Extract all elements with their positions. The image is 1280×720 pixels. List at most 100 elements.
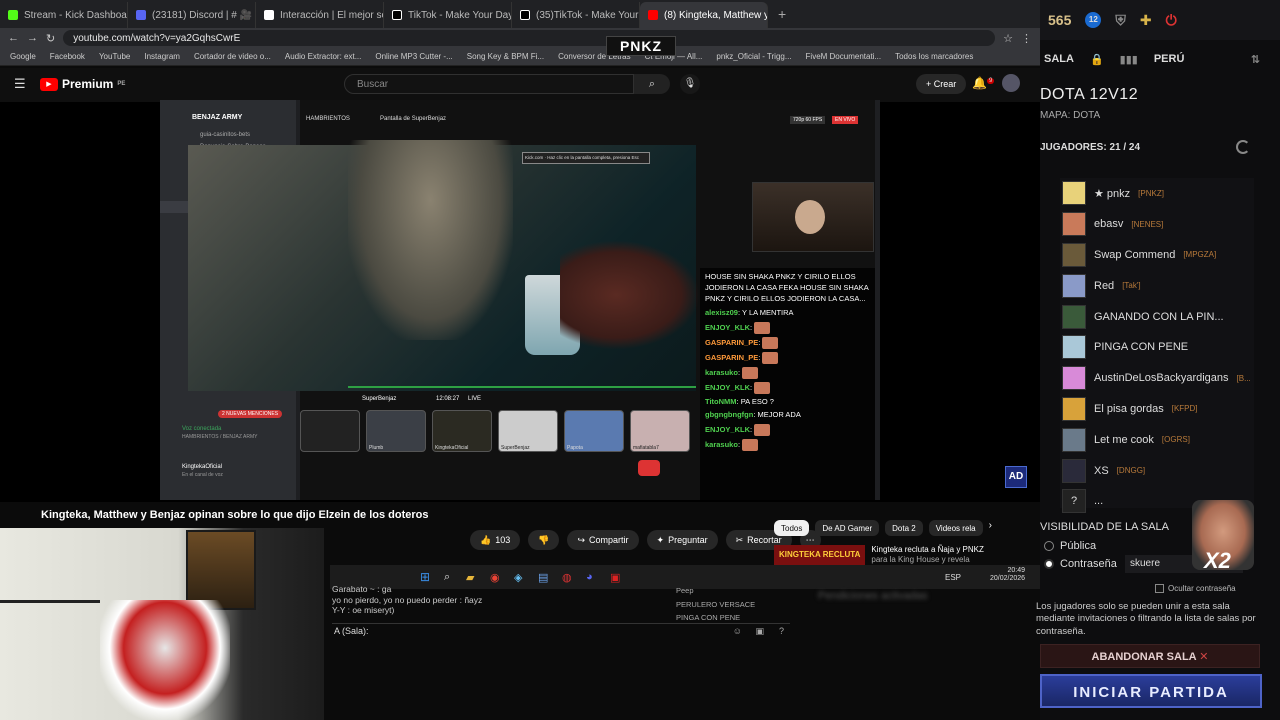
ask-button[interactable]: ✦ Preguntar <box>646 530 718 550</box>
menu-icon[interactable]: ☰ <box>14 76 26 92</box>
chip-dota2[interactable]: Dota 2 <box>885 520 923 536</box>
bookmark[interactable]: Todos los marcadores <box>895 52 973 61</box>
bookmark[interactable]: Cortador de video o... <box>194 52 271 61</box>
player-row[interactable]: Swap Commend [MPGZA] <box>1060 240 1254 271</box>
reload-icon[interactable]: ↻ <box>46 32 55 45</box>
rec-thumbnail[interactable]: KINGTEKA RECLUTA <box>774 545 866 565</box>
bookmark[interactable]: Facebook <box>50 52 85 61</box>
search-input[interactable]: Buscar <box>344 74 634 94</box>
share-button[interactable]: ↪ Compartir <box>567 530 639 550</box>
forward-icon[interactable]: → <box>27 32 38 44</box>
progress-bar[interactable] <box>348 386 696 388</box>
avatar[interactable] <box>1002 74 1020 92</box>
start-match-button[interactable]: INICIAR PARTIDA <box>1040 674 1262 708</box>
browser-tab[interactable]: Interacción | El mejor software✕ <box>256 2 384 28</box>
player-row[interactable]: El pisa gordas [KFPD] <box>1060 394 1254 425</box>
channel-item[interactable]: guia-casinitos-bets <box>160 129 296 141</box>
power-icon[interactable]: ⏻ <box>1166 12 1177 29</box>
public-radio[interactable]: Pública <box>1044 540 1096 552</box>
like-button[interactable]: 👍 103 <box>470 530 521 550</box>
bookmark[interactable]: Instagram <box>144 52 180 61</box>
steam-icon[interactable]: ◈ <box>514 571 522 584</box>
back-icon[interactable]: ← <box>8 32 19 44</box>
mic-icon[interactable]: 🎙 <box>680 74 700 94</box>
emoji-icon[interactable]: ☺ <box>733 626 742 636</box>
chip-all[interactable]: Todos <box>774 520 810 536</box>
participant-tile[interactable]: Papota <box>564 410 624 452</box>
player-row[interactable]: XS [DNGG] <box>1060 455 1254 486</box>
swap-icon[interactable]: ⇅ <box>1251 53 1260 66</box>
star-icon[interactable]: ☆ <box>1003 32 1013 45</box>
browser-tab[interactable]: (35)TikTok - Make Your Day✕ <box>512 2 640 28</box>
chat-user[interactable]: ENJOY_KLK <box>705 322 750 331</box>
player-row[interactable]: AustinDeLosBackyardigans [B... <box>1060 363 1254 394</box>
new-tab-button[interactable]: + <box>768 6 786 22</box>
image-icon[interactable]: ▣ <box>755 626 764 637</box>
participant-tile[interactable]: mafiatabla7 <box>630 410 690 452</box>
bookmark[interactable]: Song Key & BPM Fi... <box>467 52 544 61</box>
bookmark[interactable]: Online MP3 Cutter -... <box>375 52 452 61</box>
bookmark[interactable]: YouTube <box>99 52 130 61</box>
player-row[interactable]: Red [Tak'] <box>1060 270 1254 301</box>
bookmark[interactable]: Google <box>10 52 36 61</box>
extensions-icon[interactable]: ⋮ <box>1021 32 1032 45</box>
chat-user[interactable]: GASPARIN_PE <box>705 337 758 346</box>
participant-tile[interactable]: SuperBenjaz <box>498 410 558 452</box>
chip-ad-gamer[interactable]: De AD Gamer <box>815 520 880 536</box>
hide-password-checkbox[interactable]: Ocultar contraseña <box>1155 584 1236 593</box>
bookmark[interactable]: pnkz_Oficial - Trigg... <box>716 52 791 61</box>
url-field[interactable]: youtube.com/watch?v=ya2GqhsCwrE <box>63 30 996 46</box>
player-row[interactable]: ebasv [NENES] <box>1060 209 1254 240</box>
player-row[interactable]: GANANDO CON LA PIN... <box>1060 301 1254 332</box>
search-icon[interactable]: ⌕ <box>444 571 450 584</box>
windows-start-icon[interactable]: ⊞ <box>420 570 430 584</box>
bookmark[interactable]: FiveM Documentati... <box>806 52 882 61</box>
chat-user[interactable]: TitoNMM <box>705 397 737 406</box>
dota-icon[interactable]: ◍ <box>562 571 572 584</box>
mentions-badge[interactable]: 2 NUEVAS MENCIONES <box>218 410 283 418</box>
chat-user[interactable]: alexisz09 <box>705 308 738 317</box>
end-call-button[interactable] <box>638 460 660 476</box>
create-button[interactable]: + Crear <box>916 74 967 94</box>
recommended-video[interactable]: KINGTEKA RECLUTA Kingteka recluta a Ñaja… <box>774 545 984 573</box>
participant-tile[interactable] <box>300 410 360 452</box>
chat-user[interactable]: karasuko <box>705 367 738 376</box>
chat-user[interactable]: gbgngbngfgn <box>705 410 753 419</box>
browser-tab-active[interactable]: (8) Kingteka, Matthew y Be✕ <box>640 2 768 28</box>
participant-name: SuperBenjaz <box>501 445 530 451</box>
player-row[interactable]: ★ pnkz [PNKZ] <box>1060 178 1254 209</box>
chevron-right-icon[interactable]: › <box>989 520 992 536</box>
browser-tab[interactable]: TikTok - Make Your Day✕ <box>384 2 512 28</box>
participant-tile[interactable]: KingtekaOficial <box>432 410 492 452</box>
plus-icon[interactable]: ✚ <box>1140 12 1152 29</box>
bell-icon[interactable]: 🔔 9 <box>972 76 995 90</box>
current-user[interactable]: KingtekaOficial <box>182 464 222 470</box>
chrome-icon[interactable]: ◉ <box>490 571 500 584</box>
player-row[interactable]: PINGA CON PENE <box>1060 332 1254 363</box>
chat-user[interactable]: karasuko <box>705 440 738 449</box>
armory-icon[interactable]: ⛨ <box>1115 12 1126 29</box>
bookmark[interactable]: Audio Extractor: ext... <box>285 52 361 61</box>
dislike-button[interactable]: 👎 <box>528 530 560 550</box>
chat-user[interactable]: ENJOY_KLK <box>705 382 750 391</box>
folder-icon[interactable]: ▰ <box>466 571 474 584</box>
discord-icon[interactable]: ◕ <box>586 571 593 583</box>
youtube-logo[interactable]: ▶ Premium PE <box>40 77 125 91</box>
password-radio[interactable]: Contraseña <box>1044 558 1117 570</box>
chat-user[interactable]: ENJOY_KLK <box>705 425 750 434</box>
participant-tile[interactable]: Plumb <box>366 410 426 452</box>
app-icon[interactable]: ▤ <box>538 571 548 584</box>
clock[interactable]: 20:49 20/02/2026 <box>990 567 1025 584</box>
language-indicator[interactable]: ESP <box>945 573 961 582</box>
app-icon[interactable]: ▣ <box>610 571 620 584</box>
search-icon[interactable]: ⌕ <box>634 74 670 94</box>
help-icon[interactable]: ? <box>779 626 784 636</box>
browser-tab[interactable]: (23181) Discord | # 🎥 | MIMIS |✕ <box>128 2 256 28</box>
chip-related[interactable]: Videos rela <box>928 520 983 536</box>
player-row[interactable]: Let me cook [OGRS] <box>1060 424 1254 455</box>
webcam-shelf <box>186 530 256 610</box>
chat-user[interactable]: GASPARIN_PE <box>705 352 758 361</box>
leave-lobby-button[interactable]: ABANDONAR SALA ✕ <box>1040 644 1260 668</box>
chat-input[interactable]: A (Sala): ☺ ▣ ? <box>332 623 790 639</box>
browser-tab[interactable]: Stream - Kick Dashboard✕ <box>0 2 128 28</box>
